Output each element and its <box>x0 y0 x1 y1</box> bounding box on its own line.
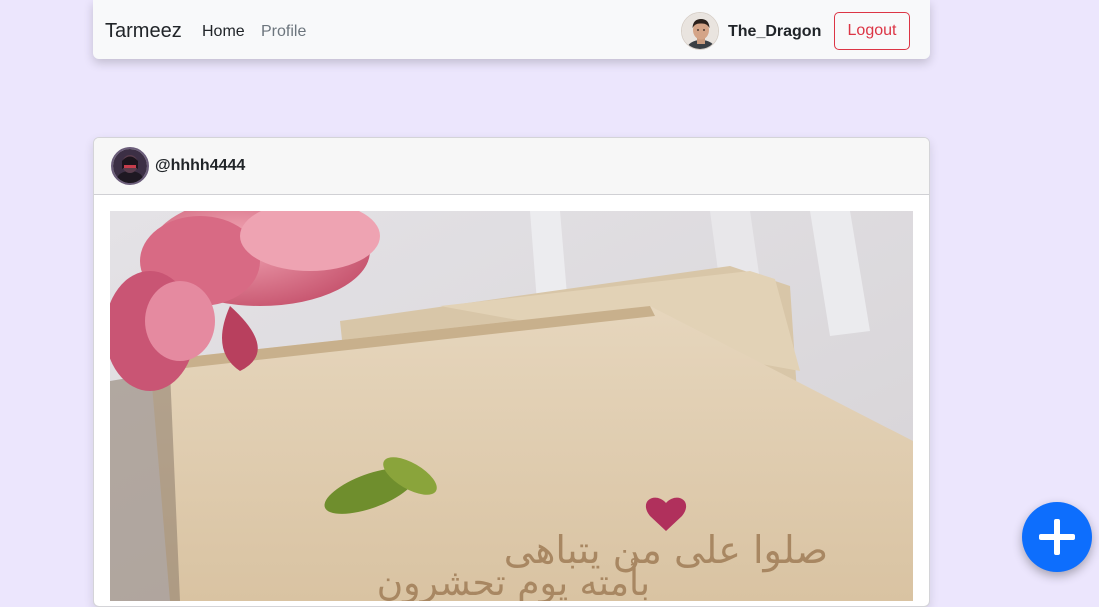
user-avatar[interactable] <box>681 12 719 50</box>
post-image[interactable]: صلوا على من يتباهى بأمته يوم تحشرون <box>110 211 913 601</box>
post-author-username[interactable]: @hhhh4444 <box>155 157 245 175</box>
author-avatar[interactable] <box>111 147 149 185</box>
image-text-line-2: بأمته يوم تحشرون <box>377 558 650 601</box>
logout-button[interactable]: Logout <box>834 12 910 50</box>
post-card[interactable]: @hhhh4444 صلوا على من يتباهى بأمته يوم ت… <box>93 137 930 607</box>
current-username: The_Dragon <box>728 23 822 40</box>
brand-logo[interactable]: Tarmeez <box>105 20 182 43</box>
post-header: @hhhh4444 <box>94 138 929 195</box>
navbar: Tarmeez Home Profile The_Dragon Logout <box>93 0 930 59</box>
nav-link-profile[interactable]: Profile <box>261 23 306 41</box>
nav-link-home[interactable]: Home <box>202 23 245 41</box>
plus-icon <box>1039 519 1075 555</box>
add-post-button[interactable] <box>1022 502 1092 572</box>
